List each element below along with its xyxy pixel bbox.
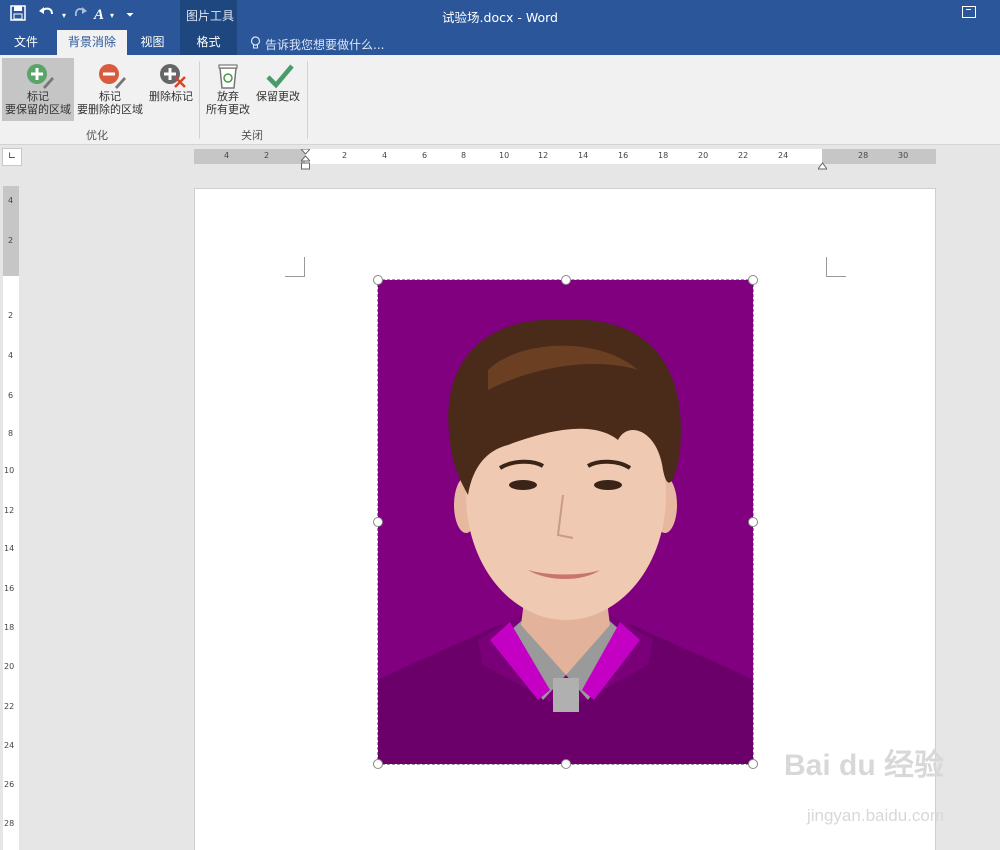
keep-changes-label: 保留更改 bbox=[256, 90, 300, 103]
tab-view[interactable]: 视图 bbox=[130, 30, 175, 55]
tab-format[interactable]: 格式 bbox=[180, 30, 237, 55]
ruler-label: 10 bbox=[499, 151, 510, 160]
resize-handle-bottom-left[interactable] bbox=[373, 759, 383, 769]
ruler-label: 8 bbox=[461, 151, 467, 160]
resize-handle-bottom[interactable] bbox=[561, 759, 571, 769]
ruler-label: 2 bbox=[264, 151, 270, 160]
delete-mark-button[interactable]: 删除标记 bbox=[146, 58, 196, 121]
picture-selection-frame bbox=[377, 279, 754, 765]
horizontal-ruler[interactable]: 4 2 2 4 6 8 10 12 14 16 18 20 22 24 28 3… bbox=[194, 148, 936, 170]
checkmark-icon bbox=[266, 63, 294, 89]
discard-line2: 所有更改 bbox=[206, 103, 250, 116]
resize-handle-top-left[interactable] bbox=[373, 275, 383, 285]
resize-handle-top-right[interactable] bbox=[748, 275, 758, 285]
vertical-ruler[interactable]: 4 2 2 4 6 8 10 12 14 16 18 20 22 24 26 2… bbox=[3, 186, 19, 850]
group-separator bbox=[199, 61, 200, 139]
resize-handle-bottom-right[interactable] bbox=[748, 759, 758, 769]
ruler-label: 22 bbox=[4, 702, 15, 711]
ruler-label: 28 bbox=[4, 819, 15, 828]
left-indent-marker[interactable] bbox=[299, 148, 312, 171]
mark-areas-to-keep-button[interactable]: 标记 要保留的区域 bbox=[2, 58, 74, 121]
ruler-label: 2 bbox=[8, 311, 14, 320]
lightbulb-icon bbox=[250, 36, 261, 53]
group-label-refine: 优化 bbox=[86, 129, 108, 142]
delete-mark-label: 删除标记 bbox=[149, 90, 193, 103]
right-indent-marker[interactable] bbox=[817, 155, 828, 170]
keep-changes-button[interactable]: 保留更改 bbox=[253, 58, 303, 121]
ruler-label: 2 bbox=[8, 236, 14, 245]
delete-mark-icon bbox=[159, 63, 186, 88]
ribbon: 标记 要保留的区域 标记 要删除的区域 删除标记 优化 放弃 所有更改 保留更改… bbox=[0, 55, 1000, 145]
ruler-label: 10 bbox=[4, 466, 15, 475]
ruler-label: 24 bbox=[778, 151, 789, 160]
ruler-label: 12 bbox=[4, 506, 15, 515]
group-separator bbox=[307, 61, 308, 139]
resize-handle-top[interactable] bbox=[561, 275, 571, 285]
ruler-label: 4 bbox=[8, 196, 14, 205]
ruler-label: 22 bbox=[738, 151, 749, 160]
ruler-label: 6 bbox=[422, 151, 428, 160]
mark-keep-line2: 要保留的区域 bbox=[5, 103, 71, 116]
mark-remove-line1: 标记 bbox=[99, 90, 121, 103]
tell-me-box[interactable]: 告诉我您想要做什么... bbox=[250, 36, 384, 53]
ruler-label: 16 bbox=[618, 151, 629, 160]
recycle-bin-icon bbox=[216, 63, 240, 89]
ribbon-display-options-icon[interactable] bbox=[962, 6, 976, 18]
discard-all-changes-button[interactable]: 放弃 所有更改 bbox=[203, 58, 253, 121]
ruler-label: 8 bbox=[8, 429, 14, 438]
ruler-label: 18 bbox=[4, 623, 15, 632]
tell-me-text: 告诉我您想要做什么... bbox=[265, 38, 385, 52]
ruler-label: 26 bbox=[4, 780, 15, 789]
ruler-label: 4 bbox=[224, 151, 230, 160]
resize-handle-right[interactable] bbox=[748, 517, 758, 527]
ruler-label: 2 bbox=[342, 151, 348, 160]
title-bar: ▾ A ▾ ⏷ 图片工具 试验场.docx - Word bbox=[0, 0, 1000, 55]
mark-areas-to-remove-button[interactable]: 标记 要删除的区域 bbox=[74, 58, 146, 121]
resize-handle-left[interactable] bbox=[373, 517, 383, 527]
ruler-label: 4 bbox=[8, 351, 14, 360]
group-label-close: 关闭 bbox=[241, 129, 263, 142]
plus-pencil-icon bbox=[26, 63, 54, 89]
ruler-label: 6 bbox=[8, 391, 14, 400]
mark-keep-line1: 标记 bbox=[27, 90, 49, 103]
ruler-label: 30 bbox=[898, 151, 909, 160]
baidu-watermark-logo: Bai du 经验 bbox=[783, 749, 944, 782]
ruler-label: 14 bbox=[578, 151, 589, 160]
discard-line1: 放弃 bbox=[217, 90, 239, 103]
ruler-label: 12 bbox=[538, 151, 549, 160]
tab-remove-background[interactable]: 背景消除 bbox=[57, 30, 127, 55]
minus-pencil-icon bbox=[98, 63, 126, 89]
ribbon-tabs: 文件 背景消除 视图 格式 告诉我您想要做什么... bbox=[0, 30, 1000, 55]
ruler-label: 24 bbox=[4, 741, 15, 750]
ruler-label: 4 bbox=[382, 151, 388, 160]
ruler-label: 20 bbox=[4, 662, 15, 671]
ruler-label: 18 bbox=[658, 151, 669, 160]
tab-selector[interactable]: ∟ bbox=[2, 148, 22, 166]
ruler-label: 28 bbox=[858, 151, 869, 160]
ruler-label: 16 bbox=[4, 584, 15, 593]
document-title: 试验场.docx - Word bbox=[442, 10, 558, 25]
ruler-label: 14 bbox=[4, 544, 15, 553]
mark-remove-line2: 要删除的区域 bbox=[77, 103, 143, 116]
tab-file[interactable]: 文件 bbox=[0, 30, 52, 55]
baidu-watermark-url: jingyan.baidu.com bbox=[806, 806, 944, 825]
margin-corner-mark bbox=[826, 257, 846, 277]
margin-corner-mark bbox=[285, 257, 305, 277]
ruler-label: 20 bbox=[698, 151, 709, 160]
